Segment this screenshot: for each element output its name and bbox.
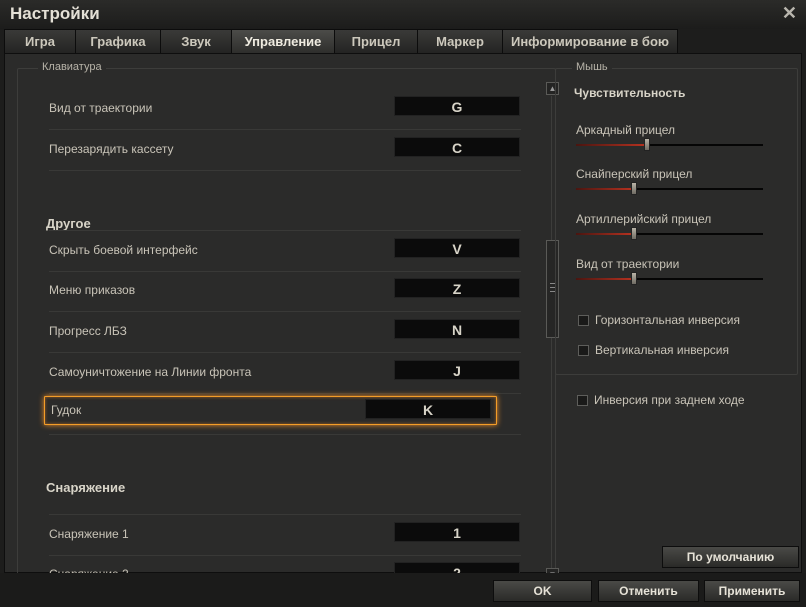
slider-fill [576, 233, 634, 235]
keybind-row-missions-progress[interactable]: Прогресс ЛБЗ N [49, 312, 521, 353]
window-title: Настройки [10, 4, 100, 23]
keybind-label: Снаряжение 1 [49, 527, 129, 541]
slider-handle[interactable] [631, 182, 637, 195]
checkbox-label: Инверсия при заднем ходе [594, 393, 745, 407]
sniper-sensitivity-slider[interactable] [576, 182, 763, 195]
keybind-key-field[interactable]: G [394, 96, 520, 116]
tab-sound[interactable]: Звук [160, 29, 232, 53]
horizontal-inversion-checkbox[interactable] [578, 315, 589, 326]
keybind-label: Самоуничтожение на Линии фронта [49, 365, 252, 379]
keyboard-group: Клавиатура Вид от траектории G Перезаряд… [17, 61, 559, 582]
slider-label: Вид от траектории [576, 257, 680, 271]
keybind-row-equipment-1[interactable]: Снаряжение 1 1 [49, 514, 521, 556]
slider-handle[interactable] [631, 272, 637, 285]
slider-fill [576, 278, 634, 280]
tab-marker[interactable]: Маркер [417, 29, 503, 53]
slider-handle[interactable] [631, 227, 637, 240]
keybind-key-field[interactable]: Z [394, 278, 520, 298]
section-title-other: Другое [46, 216, 91, 231]
tab-battle-info[interactable]: Информирование в бою [502, 29, 678, 53]
reverse-inversion-checkbox[interactable] [577, 395, 588, 406]
slider-handle[interactable] [644, 138, 650, 151]
keybind-key-field[interactable]: 1 [394, 522, 520, 542]
slider-fill [576, 188, 634, 190]
cancel-button[interactable]: Отменить [598, 580, 699, 602]
keybind-row-reload-clip[interactable]: Перезарядить кассету C [49, 130, 521, 171]
keybind-label: Прогресс ЛБЗ [49, 324, 127, 338]
artillery-sensitivity-slider[interactable] [576, 227, 763, 240]
tab-game[interactable]: Игра [4, 29, 76, 53]
defaults-button[interactable]: По умолчанию [662, 546, 799, 568]
keybind-label: Перезарядить кассету [49, 142, 174, 156]
keybind-key-field[interactable]: K [365, 399, 491, 419]
tab-graphics[interactable]: Графика [75, 29, 161, 53]
slider-label: Артиллерийский прицел [576, 212, 712, 226]
keybind-label: Гудок [51, 403, 82, 417]
keybind-key-field[interactable]: C [394, 137, 520, 157]
keybind-label: Скрыть боевой интерфейс [49, 243, 198, 257]
tab-sight[interactable]: Прицел [334, 29, 418, 53]
close-icon[interactable]: ✕ [782, 3, 797, 24]
arcade-sensitivity-slider[interactable] [576, 138, 763, 151]
keybind-key-field[interactable]: V [394, 238, 520, 258]
settings-window: Настройки ✕ Игра Графика Звук Управление… [0, 0, 806, 607]
vertical-inversion-checkbox[interactable] [578, 345, 589, 356]
dialog-footer: OK Отменить Применить [0, 573, 806, 607]
keybind-row-self-destruct[interactable]: Самоуничтожение на Линии фронта J [49, 353, 521, 394]
mouse-group: Мышь Чувствительность Аркадный прицел Сн… [555, 61, 798, 375]
keybind-label: Вид от траектории [49, 101, 153, 115]
keybind-row-horn-highlighted[interactable]: Гудок K [44, 396, 497, 425]
ok-button[interactable]: OK [493, 580, 592, 602]
keybind-row-trajectory-view[interactable]: Вид от траектории G [49, 89, 521, 130]
apply-button[interactable]: Применить [704, 580, 800, 602]
checkbox-label: Вертикальная инверсия [595, 343, 729, 357]
section-title-equipment: Снаряжение [46, 480, 126, 495]
sensitivity-title: Чувствительность [574, 86, 686, 100]
mouse-group-label: Мышь [572, 61, 612, 73]
slider-label: Снайперский прицел [576, 167, 693, 181]
keybind-label: Меню приказов [49, 283, 136, 297]
title-bar: Настройки ✕ [0, 0, 806, 29]
tab-controls[interactable]: Управление [231, 29, 335, 54]
trajectory-sensitivity-slider[interactable] [576, 272, 763, 285]
slider-label: Аркадный прицел [576, 123, 676, 137]
slider-fill [576, 144, 647, 146]
keybind-row-orders-menu[interactable]: Меню приказов Z [49, 271, 521, 312]
keybind-key-field[interactable]: N [394, 319, 520, 339]
checkbox-label: Горизонтальная инверсия [595, 313, 740, 327]
controls-panel: Клавиатура Вид от траектории G Перезаряд… [4, 53, 802, 582]
keyboard-group-label: Клавиатура [38, 61, 106, 73]
keybind-key-field[interactable]: J [394, 360, 520, 380]
keybinding-list: Вид от траектории G Перезарядить кассету… [34, 89, 524, 587]
keybind-row-hide-hud[interactable]: Скрыть боевой интерфейс V [49, 230, 521, 272]
